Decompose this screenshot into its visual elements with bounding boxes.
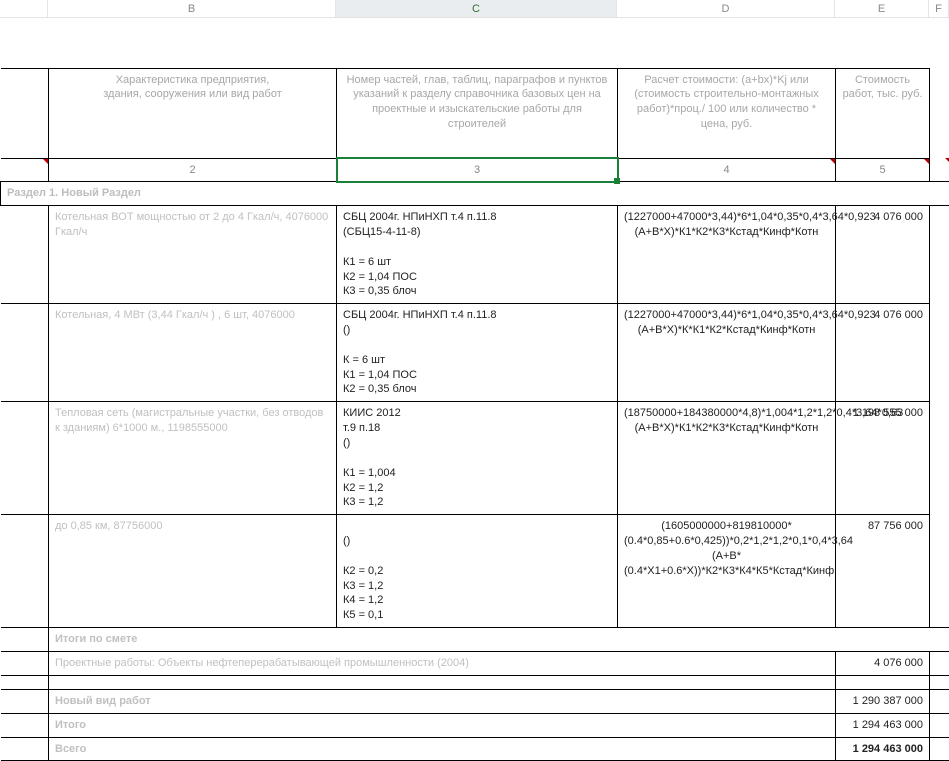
cell-C[interactable]: СБЦ 2004г. НПиНХП т.4 п.11.8 () К = 6 шт… [337, 304, 618, 402]
cell-B[interactable]: Тепловая сеть (магистральные участки, бе… [49, 402, 337, 515]
cell-D[interactable]: (1227000+47000*3,44)*6*1,04*0,35*0,4*3,6… [618, 304, 836, 402]
header-E[interactable]: Стоимость работ, тыс. руб. [836, 68, 930, 158]
cell-C[interactable]: СБЦ 2004г. НПиНХП т.4 п.11.8 (СБЦ15-4-11… [337, 206, 618, 304]
cell-E[interactable]: 87 756 000 [836, 515, 930, 628]
cell-A[interactable] [1, 651, 49, 675]
cell-A[interactable] [1, 206, 49, 304]
cell-C[interactable]: КИИС 2012 т.9 п.18 () К1 = 1,004 К2 = 1,… [337, 402, 618, 515]
header-C-text: Номер частей, глав, таблиц, параграфов и… [347, 74, 608, 131]
spreadsheet: B C D E F Характеристика предприятия, зд… [0, 0, 949, 761]
num-D[interactable]: 4 [618, 158, 836, 182]
cell-A[interactable] [1, 675, 49, 689]
num-E[interactable]: 5 [836, 158, 930, 182]
cell-F[interactable] [930, 713, 949, 737]
header-D-text: Расчет стоимости: (a+bx)*Kj или (стоимос… [634, 74, 819, 131]
col-header-B[interactable]: B [48, 0, 336, 18]
gap-row [1, 18, 949, 68]
num-A[interactable] [1, 158, 49, 182]
totals-row: Всего 1 294 463 000 [1, 737, 949, 761]
cell-B[interactable]: Котельная, 4 МВт (3,44 Гкал/ч ) , 6 шт, … [49, 304, 337, 402]
cell-D[interactable]: (1605000000+819810000*(0.4*0,85+0.6*0,42… [618, 515, 836, 628]
cell-F[interactable] [930, 689, 949, 713]
data-row: Котельная ВОТ мощностью от 2 до 4 Гкал/ч… [1, 206, 949, 304]
col-header-E[interactable]: E [835, 0, 929, 18]
totals-heading[interactable]: Итоги по смете [49, 628, 930, 652]
totals-value[interactable]: 1 290 387 000 [836, 689, 930, 713]
cell-F[interactable] [930, 628, 949, 652]
cell-F[interactable] [930, 206, 949, 304]
cell-A[interactable] [1, 689, 49, 713]
cell-D[interactable]: (1227000+47000*3,44)*6*1,04*0,35*0,4*3,6… [618, 206, 836, 304]
column-header-row: B C D E F [0, 0, 949, 18]
totals-value[interactable]: 1 294 463 000 [836, 737, 930, 761]
grid-table: Характеристика предприятия, здания, соор… [0, 18, 949, 761]
section-row: Раздел 1. Новый Раздел [1, 182, 949, 206]
cell-A[interactable] [1, 402, 49, 515]
cell-F[interactable] [930, 737, 949, 761]
header-E-text: Стоимость работ, тыс. руб. [843, 74, 923, 101]
totals-label[interactable]: Проектные работы: Объекты нефтеперерабат… [49, 651, 836, 675]
cell-D[interactable]: (18750000+184380000*4,8)*1,004*1,2*1,2*0… [618, 402, 836, 515]
cell-F[interactable] [930, 515, 949, 628]
totals-heading-row: Итоги по смете [1, 628, 949, 652]
data-row: Котельная, 4 МВт (3,44 Гкал/ч ) , 6 шт, … [1, 304, 949, 402]
totals-label[interactable]: Итого [49, 713, 836, 737]
col-header-A[interactable] [0, 0, 48, 18]
totals-value[interactable]: 1 294 463 000 [836, 713, 930, 737]
cell-F[interactable] [930, 651, 949, 675]
totals-value[interactable]: 4 076 000 [836, 651, 930, 675]
totals-gap [1, 675, 949, 689]
header-row: Характеристика предприятия, здания, соор… [1, 68, 949, 158]
cell-F[interactable] [930, 675, 949, 689]
totals-row: Новый вид работ 1 290 387 000 [1, 689, 949, 713]
num-B[interactable]: 2 [49, 158, 337, 182]
cell-A[interactable] [1, 304, 49, 402]
col-header-F[interactable]: F [929, 0, 949, 18]
cell-gap[interactable] [49, 675, 836, 689]
column-number-row: 2 3 4 5 [1, 158, 949, 182]
totals-label[interactable]: Всего [49, 737, 836, 761]
cell-F[interactable] [930, 304, 949, 402]
header-B-text: Характеристика предприятия, здания, соор… [103, 74, 282, 101]
cell-A[interactable] [1, 713, 49, 737]
totals-row: Итого 1 294 463 000 [1, 713, 949, 737]
cell-A[interactable] [1, 515, 49, 628]
cell-gap[interactable] [836, 675, 930, 689]
col-header-C[interactable]: C [336, 0, 617, 18]
cell-A[interactable] [1, 628, 49, 652]
header-A[interactable] [1, 68, 49, 158]
cell-F[interactable] [930, 402, 949, 515]
section-title[interactable]: Раздел 1. Новый Раздел [1, 182, 949, 206]
totals-label[interactable]: Новый вид работ [49, 689, 836, 713]
data-row: до 0,85 км, 87756000 () К2 = 0,2 К3 = 1,… [1, 515, 949, 628]
data-row: Тепловая сеть (магистральные участки, бе… [1, 402, 949, 515]
header-B[interactable]: Характеристика предприятия, здания, соор… [49, 68, 337, 158]
cell-B[interactable]: Котельная ВОТ мощностью от 2 до 4 Гкал/ч… [49, 206, 337, 304]
header-F[interactable] [930, 68, 949, 158]
header-C[interactable]: Номер частей, глав, таблиц, параграфов и… [337, 68, 618, 158]
totals-row: Проектные работы: Объекты нефтеперерабат… [1, 651, 949, 675]
header-D[interactable]: Расчет стоимости: (a+bx)*Kj или (стоимос… [618, 68, 836, 158]
cell-B[interactable]: до 0,85 км, 87756000 [49, 515, 337, 628]
num-C[interactable]: 3 [337, 158, 618, 182]
num-F[interactable] [930, 158, 949, 182]
col-header-D[interactable]: D [617, 0, 835, 18]
cell-A[interactable] [1, 737, 49, 761]
cell-C[interactable]: () К2 = 0,2 К3 = 1,2 К4 = 1,2 К5 = 0,1 [337, 515, 618, 628]
